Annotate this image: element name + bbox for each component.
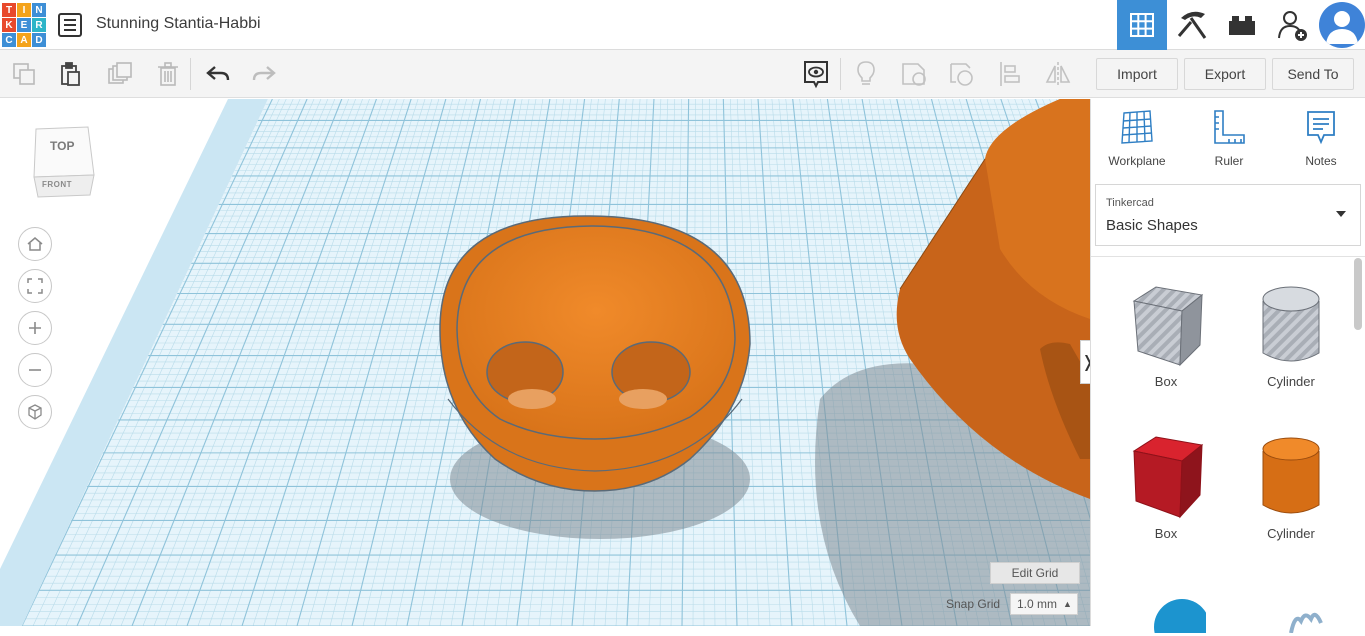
shape-sphere[interactable] [1111, 593, 1221, 636]
send-to-button[interactable]: Send To [1272, 58, 1354, 90]
zoom-in-icon[interactable] [18, 311, 52, 345]
mirror-icon[interactable] [1044, 60, 1072, 88]
shape-cylinder-hole[interactable]: Cylinder [1236, 279, 1346, 389]
notes-icon [1307, 111, 1335, 145]
workplane-tool[interactable]: Workplane [1097, 109, 1177, 168]
workplane-icon [1121, 110, 1153, 144]
view-cube-top-label: TOP [50, 139, 75, 153]
logo-letter: A [17, 33, 31, 47]
zoom-out-icon[interactable] [18, 353, 52, 387]
delete-trash-icon[interactable] [154, 60, 182, 88]
snap-grid-value: 1.0 mm [1017, 597, 1058, 611]
panel-scrollbar[interactable] [1354, 258, 1362, 330]
align-icon[interactable] [996, 60, 1024, 88]
logo-letter: C [2, 33, 16, 47]
caret-up-icon: ▲ [1063, 599, 1072, 609]
notes-label: Notes [1305, 154, 1337, 168]
notes-tool[interactable]: Notes [1281, 109, 1361, 168]
logo-letter: E [17, 18, 31, 32]
home-view-icon[interactable] [18, 227, 52, 261]
shapes-panel: Workplane Ruler Notes Tinkercad Basic Sh… [1090, 99, 1365, 636]
ungroup-icon[interactable] [948, 60, 976, 88]
export-button[interactable]: Export [1184, 58, 1266, 90]
library-source-label: Tinkercad [1106, 197, 1154, 209]
copy-icon[interactable] [10, 60, 38, 88]
logo-letter: K [2, 18, 16, 32]
user-avatar[interactable] [1319, 2, 1365, 48]
ruler-label: Ruler [1214, 154, 1244, 168]
library-name-label: Basic Shapes [1106, 217, 1198, 234]
logo-letter: R [32, 18, 46, 32]
edit-grid-button[interactable]: Edit Grid [990, 562, 1080, 584]
orange-cylinder-icon [1262, 437, 1320, 514]
ruler-tool[interactable]: Ruler [1189, 109, 1269, 168]
add-user-icon[interactable] [1267, 0, 1317, 50]
shape-label: Box [1154, 374, 1178, 389]
scribble-icon [1289, 612, 1323, 634]
shape-box-hole[interactable]: Box [1111, 279, 1221, 389]
snap-grid-label: Snap Grid [946, 597, 1001, 611]
undo-icon[interactable] [204, 60, 232, 88]
red-box-icon [1132, 436, 1204, 519]
ruler-icon [1214, 110, 1245, 144]
top-header: TIN KER CAD Stunning Stantia-Habbi [0, 0, 1365, 50]
shape-box-solid[interactable]: Box [1111, 431, 1221, 541]
chevron-down-icon [1336, 211, 1346, 217]
cylinder-hole-icon [1262, 286, 1320, 362]
import-button[interactable]: Import [1096, 58, 1178, 90]
3d-viewport[interactable]: TOP FRONT Edit Grid Snap Grid 1.0 mm ▲ [0, 99, 1090, 626]
show-notes-eye-icon[interactable] [802, 60, 830, 89]
shape-label: Box [1154, 526, 1178, 541]
lightbulb-icon[interactable] [852, 60, 880, 88]
fit-view-icon[interactable] [18, 269, 52, 303]
edit-toolbar: Import Export Send To [0, 50, 1365, 98]
bricks-icon[interactable] [1217, 0, 1267, 50]
shape-scribble[interactable] [1236, 593, 1346, 636]
logo-letter: D [32, 33, 46, 47]
duplicate-icon[interactable] [106, 60, 134, 88]
logo-letter: N [32, 3, 46, 17]
logo-letter: I [17, 3, 31, 17]
tinkercad-logo[interactable]: TIN KER CAD [2, 3, 46, 47]
shape-label: Cylinder [1267, 374, 1315, 389]
perspective-icon[interactable] [18, 395, 52, 429]
shape-library-select[interactable]: Tinkercad Basic Shapes [1095, 184, 1361, 246]
codeblocks-pickaxe-icon[interactable] [1167, 0, 1217, 50]
group-icon[interactable] [900, 60, 928, 88]
paste-icon[interactable] [56, 60, 84, 88]
blue-sphere-icon [1154, 599, 1210, 636]
design-title[interactable]: Stunning Stantia-Habbi [96, 15, 261, 33]
box-hole-icon [1132, 286, 1204, 367]
view-cube[interactable]: TOP FRONT [30, 121, 100, 206]
3d-design-grid-icon[interactable] [1117, 0, 1167, 50]
design-list-icon[interactable] [58, 13, 82, 37]
workplane-grid [0, 99, 1090, 626]
redo-icon[interactable] [250, 60, 278, 88]
workplane-label: Workplane [1108, 154, 1166, 168]
shape-label: Cylinder [1267, 526, 1315, 541]
snap-grid-select[interactable]: 1.0 mm ▲ [1010, 593, 1078, 615]
shape-cylinder-solid[interactable]: Cylinder [1236, 431, 1346, 541]
logo-letter: T [2, 3, 16, 17]
view-cube-front-label: FRONT [42, 180, 73, 189]
